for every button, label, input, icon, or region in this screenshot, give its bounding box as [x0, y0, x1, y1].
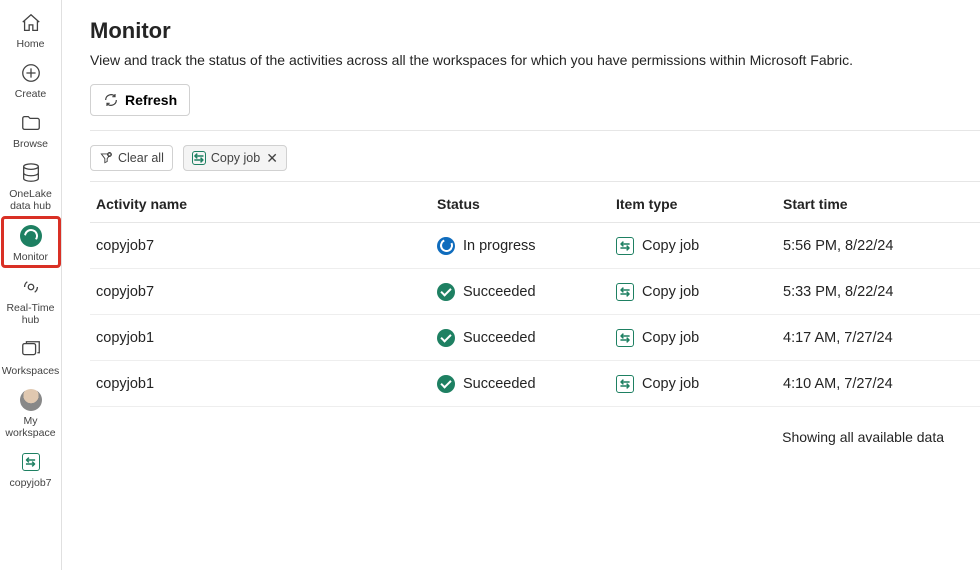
sidebar-item-label: Real-Time hub	[1, 302, 61, 326]
sidebar-item-label: Monitor	[13, 251, 48, 263]
refresh-button[interactable]: Refresh	[90, 84, 190, 116]
table-footer-note: Showing all available data	[90, 407, 980, 445]
cell-start-time: 5:33 PM, 8/22/24	[783, 284, 980, 300]
table-row[interactable]: copyjob1SucceededCopy job4:10 AM, 7/27/2…	[90, 361, 980, 407]
refresh-icon	[103, 92, 119, 108]
avatar	[18, 387, 44, 413]
table-row[interactable]: copyjob1SucceededCopy job4:17 AM, 7/27/2…	[90, 315, 980, 361]
cell-activity-name: copyjob7	[90, 284, 437, 300]
clear-all-label: Clear all	[118, 151, 164, 165]
page-title: Monitor	[90, 18, 980, 44]
sidebar-item-workspaces[interactable]: Workspaces	[1, 331, 61, 381]
table-row[interactable]: copyjob7SucceededCopy job5:33 PM, 8/22/2…	[90, 269, 980, 315]
cell-start-time: 4:10 AM, 7/27/24	[783, 376, 980, 392]
col-item-type[interactable]: Item type	[616, 196, 783, 212]
refresh-button-label: Refresh	[125, 92, 177, 108]
copy-job-icon	[616, 283, 634, 301]
sidebar-item-monitor[interactable]: Monitor	[1, 216, 61, 268]
close-icon[interactable]: ✕	[266, 150, 278, 167]
sidebar-item-label: copyjob7	[9, 477, 51, 489]
sidebar-item-myworkspace[interactable]: My workspace	[1, 381, 61, 443]
page-subtitle: View and track the status of the activit…	[90, 52, 980, 68]
sidebar-item-label: Create	[15, 88, 47, 100]
check-circle-icon	[437, 375, 455, 393]
cell-activity-name: copyjob1	[90, 330, 437, 346]
cell-start-time: 4:17 AM, 7/27/24	[783, 330, 980, 346]
copy-job-icon	[616, 237, 634, 255]
copy-job-icon	[192, 151, 206, 165]
filter-bar: Clear all Copy job ✕	[90, 131, 980, 182]
check-circle-icon	[437, 329, 455, 347]
home-icon	[18, 10, 44, 36]
col-start-time[interactable]: Start time	[783, 196, 980, 212]
filter-chip-label: Copy job	[211, 151, 260, 165]
clear-all-button[interactable]: Clear all	[90, 145, 173, 171]
cell-activity-name: copyjob7	[90, 238, 437, 254]
copy-job-icon	[616, 375, 634, 393]
filter-chip-copyjob[interactable]: Copy job ✕	[183, 145, 287, 171]
col-status[interactable]: Status	[437, 196, 616, 212]
copy-job-icon	[18, 449, 44, 475]
cell-status: Succeeded	[437, 283, 616, 301]
folder-icon	[18, 110, 44, 136]
copy-job-icon	[616, 329, 634, 347]
cell-start-time: 5:56 PM, 8/22/24	[783, 238, 980, 254]
sidebar-item-home[interactable]: Home	[1, 4, 61, 54]
cell-status: Succeeded	[437, 329, 616, 347]
sidebar-item-realtime[interactable]: Real-Time hub	[1, 268, 61, 330]
sidebar-item-label: My workspace	[1, 415, 61, 439]
sidebar-item-onelake[interactable]: OneLake data hub	[1, 154, 61, 216]
toolbar: Refresh	[90, 84, 980, 131]
col-activity-name[interactable]: Activity name	[90, 196, 437, 212]
table-body: copyjob7In progressCopy job5:56 PM, 8/22…	[90, 223, 980, 407]
left-sidebar: Home Create Browse OneLake data hub Moni…	[0, 0, 62, 570]
realtime-icon	[18, 274, 44, 300]
database-icon	[18, 160, 44, 186]
cell-activity-name: copyjob1	[90, 376, 437, 392]
sidebar-item-label: Workspaces	[2, 365, 60, 377]
sidebar-item-label: OneLake data hub	[1, 188, 61, 212]
cell-item-type: Copy job	[616, 329, 783, 347]
table-row[interactable]: copyjob7In progressCopy job5:56 PM, 8/22…	[90, 223, 980, 269]
progress-icon	[437, 237, 455, 255]
monitor-icon	[18, 223, 44, 249]
cell-status: In progress	[437, 237, 616, 255]
cell-item-type: Copy job	[616, 283, 783, 301]
plus-circle-icon	[18, 60, 44, 86]
workspaces-icon	[18, 337, 44, 363]
cell-item-type: Copy job	[616, 375, 783, 393]
cell-status: Succeeded	[437, 375, 616, 393]
sidebar-item-browse[interactable]: Browse	[1, 104, 61, 154]
sidebar-item-create[interactable]: Create	[1, 54, 61, 104]
sidebar-item-label: Home	[16, 38, 44, 50]
sidebar-item-copyjob[interactable]: copyjob7	[1, 443, 61, 493]
main-content: Monitor View and track the status of the…	[62, 0, 980, 570]
sidebar-item-label: Browse	[13, 138, 48, 150]
check-circle-icon	[437, 283, 455, 301]
clear-filter-icon	[99, 151, 113, 165]
cell-item-type: Copy job	[616, 237, 783, 255]
table-header: Activity name Status Item type Start tim…	[90, 182, 980, 223]
